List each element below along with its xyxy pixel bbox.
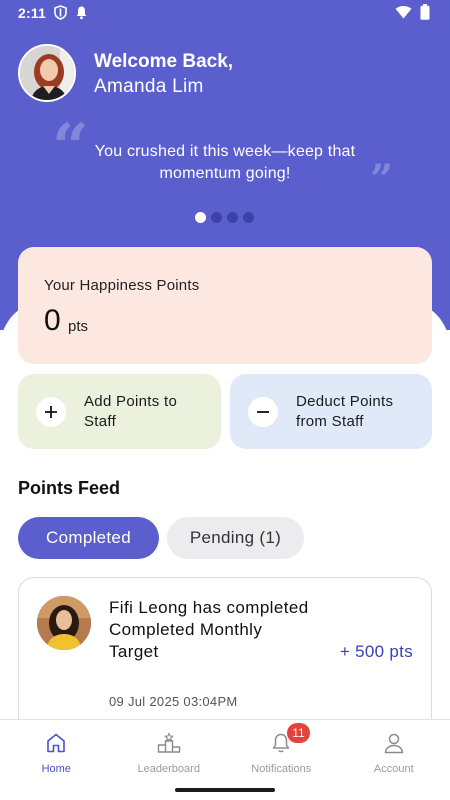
quote-open-icon: “ bbox=[52, 110, 89, 185]
gesture-bar bbox=[0, 783, 450, 800]
notification-badge: 11 bbox=[287, 723, 310, 743]
home-icon bbox=[43, 730, 69, 756]
happiness-points-card: Your Happiness Points 0 pts bbox=[18, 247, 432, 364]
leaderboard-icon bbox=[156, 730, 182, 756]
nav-leaderboard[interactable]: Leaderboard bbox=[113, 720, 226, 783]
nav-leaderboard-label: Leaderboard bbox=[137, 763, 200, 775]
tab-completed[interactable]: Completed bbox=[18, 517, 159, 559]
quote-close-icon: ” bbox=[370, 156, 394, 203]
tab-pending[interactable]: Pending (1) bbox=[167, 517, 304, 559]
nav-home-label: Home bbox=[41, 763, 71, 775]
nav-account-label: Account bbox=[373, 763, 414, 775]
add-points-label: Add Points to Staff bbox=[84, 392, 178, 430]
bottom-navigation: Home Leaderboard 11 Notifications Accoun… bbox=[0, 719, 450, 783]
battery-icon bbox=[420, 4, 430, 23]
welcome-title: Welcome Back, bbox=[94, 51, 234, 72]
status-bar: 2:11 bbox=[0, 0, 450, 26]
nav-notifications-label: Notifications bbox=[251, 763, 312, 775]
points-feed-title: Points Feed bbox=[18, 478, 121, 498]
feed-avatar bbox=[37, 596, 91, 650]
carousel-dot[interactable] bbox=[195, 212, 206, 223]
status-time: 2:11 bbox=[18, 5, 47, 21]
feed-item-points: + 500 pts bbox=[339, 642, 413, 661]
plus-icon bbox=[36, 396, 66, 427]
add-points-button[interactable]: Add Points to Staff bbox=[18, 374, 221, 449]
points-label: Your Happiness Points bbox=[44, 277, 200, 294]
nav-home[interactable]: Home bbox=[0, 720, 113, 783]
feed-item-date: 09 Jul 2025 03:04PM bbox=[109, 694, 238, 709]
account-icon bbox=[381, 730, 407, 756]
shield-icon bbox=[54, 5, 67, 23]
wifi-icon bbox=[395, 5, 412, 22]
points-unit: pts bbox=[68, 318, 89, 335]
nav-notifications[interactable]: 11 Notifications bbox=[225, 720, 338, 783]
carousel-dot[interactable] bbox=[243, 212, 254, 223]
nav-account[interactable]: Account bbox=[338, 720, 450, 783]
user-name: Amanda Lim bbox=[94, 76, 204, 97]
deduct-points-label: Deduct Points from Staff bbox=[296, 392, 394, 430]
welcome-block: Welcome Back, Amanda Lim bbox=[94, 51, 233, 98]
deduct-points-button[interactable]: Deduct Points from Staff bbox=[230, 374, 432, 449]
points-value: 0 bbox=[44, 304, 61, 337]
notification-status-icon bbox=[75, 5, 88, 23]
motivation-quote: You crushed it this week—keep that momen… bbox=[94, 143, 356, 182]
carousel-dot[interactable] bbox=[227, 212, 238, 223]
feed-item-text: Fifi Leong has completed Completed Month… bbox=[109, 598, 309, 661]
avatar[interactable] bbox=[18, 44, 76, 102]
carousel-indicator[interactable] bbox=[195, 212, 254, 223]
minus-icon bbox=[248, 396, 278, 427]
carousel-dot[interactable] bbox=[211, 212, 222, 223]
home-indicator[interactable] bbox=[175, 788, 275, 792]
